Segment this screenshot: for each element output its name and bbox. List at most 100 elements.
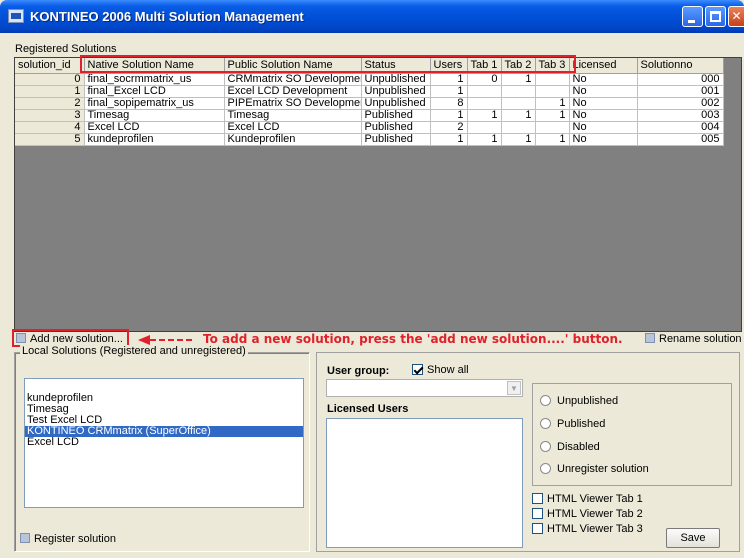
table-row[interactable]: 4 Excel LCD Excel LCD Published 2 No 004 (15, 121, 724, 134)
checkbox-label: HTML Viewer Tab 2 (547, 508, 643, 520)
table-cell[interactable]: Timesag (84, 109, 225, 122)
minimize-button[interactable] (682, 6, 703, 27)
table-cell[interactable]: 2 (430, 121, 468, 134)
table-cell[interactable]: 1 (535, 133, 570, 146)
table-cell[interactable]: CRMmatrix SO Development (224, 73, 362, 86)
table-cell[interactable]: final_Excel LCD (84, 85, 225, 98)
table-cell[interactable]: Excel LCD Development (224, 85, 362, 98)
table-cell[interactable]: final_socrmmatrix_us (84, 73, 225, 86)
table-cell[interactable]: 4 (15, 121, 85, 134)
column-highlight-box (80, 55, 576, 73)
table-cell[interactable]: Excel LCD (84, 121, 225, 134)
table-cell[interactable]: 1 (535, 109, 570, 122)
table-cell[interactable]: Unpublished (361, 73, 431, 86)
table-cell[interactable] (501, 97, 536, 110)
table-cell[interactable]: 2 (15, 97, 85, 110)
status-radio-unpublished[interactable]: Unpublished (540, 395, 618, 407)
html-viewer-tab-1-checkbox[interactable]: HTML Viewer Tab 1 (532, 493, 643, 505)
checkbox-label: HTML Viewer Tab 3 (547, 523, 643, 535)
table-cell[interactable]: 1 (15, 85, 85, 98)
table-cell[interactable]: final_sopipematrix_us (84, 97, 225, 110)
add-new-solution-label: Add new solution... (30, 333, 123, 345)
table-row[interactable]: 0 final_socrmmatrix_us CRMmatrix SO Develo… (15, 73, 724, 86)
table-cell[interactable]: 1 (501, 133, 536, 146)
table-cell[interactable]: 1 (501, 73, 536, 86)
register-solution-button[interactable]: Register solution (20, 533, 116, 547)
column-header[interactable]: solution_id (15, 58, 85, 74)
table-cell[interactable]: 8 (430, 97, 468, 110)
user-group-select[interactable]: ▼ (326, 379, 523, 397)
table-cell[interactable]: Excel LCD (224, 121, 362, 134)
table-cell[interactable]: kundeprofilen (84, 133, 225, 146)
table-cell[interactable]: No (569, 109, 638, 122)
rename-solution-button[interactable]: Rename solution (645, 333, 742, 347)
radio-label: Disabled (557, 441, 600, 453)
list-item[interactable]: Excel LCD (25, 437, 303, 448)
table-cell[interactable] (535, 73, 570, 86)
table-cell[interactable] (467, 85, 502, 98)
table-cell[interactable]: No (569, 85, 638, 98)
minimize-icon (688, 20, 695, 23)
table-cell[interactable]: 1 (430, 73, 468, 86)
table-cell[interactable]: Unpublished (361, 97, 431, 110)
maximize-button[interactable] (705, 6, 726, 27)
table-cell[interactable]: 1 (430, 109, 468, 122)
status-radio-unregister-solution[interactable]: Unregister solution (540, 463, 649, 475)
close-button[interactable]: ✕ (728, 6, 744, 27)
table-cell[interactable]: Timesag (224, 109, 362, 122)
local-solutions-list[interactable]: kundeprofilen Timesag Test Excel LCD KONTIN… (24, 378, 304, 508)
table-cell[interactable]: Published (361, 121, 431, 134)
radio-icon (540, 418, 551, 429)
annotation-text: To add a new solution, press the 'add ne… (203, 332, 623, 346)
table-cell[interactable]: 1 (467, 133, 502, 146)
table-cell[interactable]: No (569, 97, 638, 110)
table-cell[interactable]: 1 (535, 97, 570, 110)
table-cell[interactable] (467, 121, 502, 134)
table-cell[interactable] (501, 121, 536, 134)
table-cell[interactable]: No (569, 73, 638, 86)
table-cell[interactable]: 1 (430, 133, 468, 146)
table-cell[interactable]: 000 (637, 73, 724, 86)
table-cell[interactable]: 1 (467, 109, 502, 122)
html-viewer-tab-3-checkbox[interactable]: HTML Viewer Tab 3 (532, 523, 643, 535)
table-cell[interactable]: No (569, 121, 638, 134)
column-header[interactable]: Licensed (569, 58, 638, 74)
checkbox-icon (532, 508, 543, 519)
show-all-checkbox[interactable]: Show all (412, 364, 469, 376)
table-row[interactable]: 5 kundeprofilen Kundeprofilen Published 1 1 1 1… (15, 133, 724, 146)
table-cell[interactable] (501, 85, 536, 98)
table-cell[interactable]: 0 (15, 73, 85, 86)
table-cell[interactable] (535, 85, 570, 98)
table-cell[interactable]: No (569, 133, 638, 146)
table-cell[interactable]: 0 (467, 73, 502, 86)
table-cell[interactable]: Published (361, 133, 431, 146)
status-radio-disabled[interactable]: Disabled (540, 441, 600, 453)
table-cell[interactable]: 002 (637, 97, 724, 110)
table-row[interactable]: 3 Timesag Timesag Published 1 1 1 1 No 003 (15, 109, 724, 122)
table-cell[interactable] (467, 97, 502, 110)
table-row[interactable]: 2 final_sopipematrix_us PIPEmatrix SO Deve… (15, 97, 724, 110)
arrow-icon (138, 335, 150, 345)
registered-solutions-grid[interactable]: solution_id Native Solution Name Public So… (14, 57, 742, 332)
table-cell[interactable]: 001 (637, 85, 724, 98)
html-viewer-tab-2-checkbox[interactable]: HTML Viewer Tab 2 (532, 508, 643, 520)
window-title: KONTINEO 2006 Multi Solution Management (30, 9, 304, 24)
table-cell[interactable] (535, 121, 570, 134)
save-button[interactable]: Save (666, 528, 720, 548)
table-cell[interactable]: 3 (15, 109, 85, 122)
table-cell[interactable]: Kundeprofilen (224, 133, 362, 146)
table-cell[interactable]: 1 (430, 85, 468, 98)
registered-solutions-label: Registered Solutions (15, 43, 117, 55)
table-cell[interactable]: PIPEmatrix SO Development (224, 97, 362, 110)
table-cell[interactable]: Unpublished (361, 85, 431, 98)
status-radio-published[interactable]: Published (540, 418, 605, 430)
table-cell[interactable]: 005 (637, 133, 724, 146)
table-cell[interactable]: Published (361, 109, 431, 122)
table-cell[interactable]: 004 (637, 121, 724, 134)
table-row[interactable]: 1 final_Excel LCD Excel LCD Development Unp… (15, 85, 724, 98)
licensed-users-list[interactable] (326, 418, 523, 548)
table-cell[interactable]: 003 (637, 109, 724, 122)
table-cell[interactable]: 1 (501, 109, 536, 122)
column-header[interactable]: Solutionno (637, 58, 724, 74)
table-cell[interactable]: 5 (15, 133, 85, 146)
